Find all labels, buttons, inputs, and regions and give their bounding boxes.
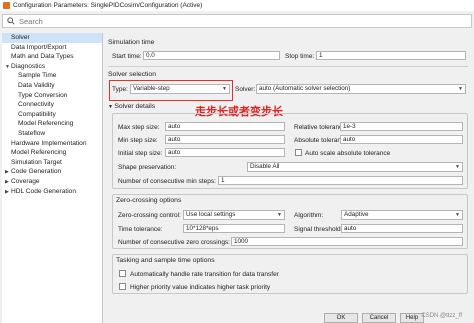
chevron-down-icon: ▼ <box>455 164 460 170</box>
tree-item-label: Model Referencing <box>11 149 67 157</box>
solver-select[interactable]: auto (Automatic solver selection) ▼ <box>256 84 466 94</box>
tree-item-label: Data Validity <box>18 81 55 89</box>
tasking-title: Tasking and sample time options <box>116 257 215 264</box>
solver-selection-title: Solver selection <box>108 71 156 78</box>
search-input[interactable] <box>19 16 439 26</box>
solver-label: Solver: <box>235 86 256 93</box>
tree-item-label: Math and Data Types <box>11 53 74 61</box>
tree-item-label: Simulation Target <box>11 158 62 166</box>
chevron-down-icon: ▼ <box>455 212 460 218</box>
rate-transition-checkbox[interactable] <box>119 270 126 277</box>
auto-scale-label: Auto scale absolute tolerance <box>305 150 391 157</box>
algorithm-label: Algorithm: <box>294 212 324 219</box>
stop-time-label: Stop time: <box>285 53 315 60</box>
signal-threshold-field[interactable]: auto <box>341 224 463 233</box>
ok-button[interactable]: OK <box>324 313 358 323</box>
tree-item[interactable]: Sample Time <box>2 71 102 81</box>
relative-tolerance-field[interactable]: 1e-3 <box>340 122 463 131</box>
shape-preservation-label: Shape preservation: <box>118 164 177 171</box>
stop-time-field[interactable]: 1 <box>316 51 466 60</box>
initial-step-field[interactable]: auto <box>165 148 285 157</box>
zero-crossing-control-label: Zero-crossing control: <box>118 212 181 219</box>
tree-item[interactable]: ▼Diagnostics <box>2 62 102 72</box>
solver-pane: Simulation time Start time: 0.0 Stop tim… <box>105 33 472 323</box>
consecutive-zero-crossings-label: Number of consecutive zero crossings: <box>118 239 230 246</box>
min-step-label: Min step size: <box>118 137 158 144</box>
tree-item[interactable]: Math and Data Types <box>2 52 102 62</box>
tree-item-label: Type Conversion <box>18 91 68 99</box>
tree-item-label: HDL Code Generation <box>11 187 76 195</box>
highlight-box <box>109 80 233 101</box>
signal-threshold-label: Signal threshold: <box>294 226 343 233</box>
search-icon <box>7 17 15 25</box>
tree-item[interactable]: Simulation Target <box>2 158 102 168</box>
tree-item[interactable]: Model Referencing <box>2 119 102 129</box>
cancel-button[interactable]: Cancel <box>362 313 396 323</box>
matlab-app-icon <box>3 2 10 9</box>
tree-item[interactable]: Model Referencing <box>2 148 102 158</box>
solver-details-title: ▼ Solver details <box>108 103 156 110</box>
divider <box>108 66 468 67</box>
tree-item[interactable]: ▶ HDL Code Generation <box>2 187 102 197</box>
initial-step-label: Initial step size: <box>118 150 163 157</box>
tree-item-label: Code Generation <box>11 168 62 176</box>
zero-crossing-title: Zero-crossing options <box>116 197 182 204</box>
time-tolerance-field[interactable]: 10*128*eps <box>183 224 285 233</box>
max-step-label: Max step size: <box>118 124 160 131</box>
chevron-down-icon: ▼ <box>458 86 463 92</box>
tree-item[interactable]: Data Import/Export <box>2 43 102 53</box>
tree-item-label: Data Import/Export <box>11 43 67 51</box>
shape-preservation-select[interactable]: Disable All ▼ <box>247 162 463 172</box>
consecutive-zero-crossings-field[interactable]: 1000 <box>231 237 463 246</box>
solver-value: auto (Automatic solver selection) <box>259 85 351 92</box>
window-title: Configuration Parameters: SinglePIDCosim… <box>13 2 203 9</box>
tree-item[interactable]: Compatibility <box>2 110 102 120</box>
max-step-field[interactable]: auto <box>165 122 285 131</box>
tree-item[interactable]: Type Conversion <box>2 91 102 101</box>
algorithm-select[interactable]: Adaptive ▼ <box>341 210 463 220</box>
tree-item[interactable]: ▶ Coverage <box>2 177 102 187</box>
zero-crossing-control-value: Use local settings <box>186 211 236 218</box>
tree-item-label: Model Referencing <box>18 120 74 128</box>
title-bar: Configuration Parameters: SinglePIDCosim… <box>0 0 474 11</box>
watermark: CSDN @ttzz_ff <box>421 313 462 319</box>
tree-item-label: Coverage <box>11 177 40 185</box>
min-step-field[interactable]: auto <box>165 135 285 144</box>
tree-item[interactable]: Solver <box>2 33 102 43</box>
tree-item[interactable]: Connectivity <box>2 100 102 110</box>
tree-item-label: Sample Time <box>18 72 57 80</box>
tree-item-label: Connectivity <box>18 101 54 109</box>
consecutive-min-steps-field[interactable]: 1 <box>218 176 463 185</box>
chevron-down-icon: ▼ <box>277 212 282 218</box>
tree-item-label: Compatibility <box>18 110 56 118</box>
time-tolerance-label: Time tolerance: <box>118 226 163 233</box>
shape-preservation-value: Disable All <box>250 163 280 170</box>
search-bar[interactable] <box>2 14 472 28</box>
tree-item-label: Diagnostics <box>11 62 46 70</box>
tree-item[interactable]: Hardware Implementation <box>2 139 102 149</box>
higher-priority-label: Higher priority value indicates higher t… <box>130 284 271 291</box>
tree-item[interactable]: ▶ Code Generation <box>2 167 102 177</box>
simulation-time-title: Simulation time <box>108 39 155 46</box>
auto-scale-checkbox[interactable] <box>295 149 302 156</box>
tree-item-label: Stateflow <box>18 129 46 137</box>
higher-priority-checkbox[interactable] <box>119 283 126 290</box>
category-tree: Solver Data Import/Export Math and Data Ty… <box>2 33 103 323</box>
zero-crossing-control-select[interactable]: Use local settings ▼ <box>183 210 285 220</box>
tree-item[interactable]: Stateflow <box>2 129 102 139</box>
tree-item-label: Hardware Implementation <box>11 139 87 147</box>
start-time-label: Start time: <box>112 53 142 60</box>
absolute-tolerance-field[interactable]: auto <box>340 135 463 144</box>
tree-item[interactable]: Data Validity <box>2 81 102 91</box>
tree-item-label: Solver <box>11 34 30 41</box>
start-time-field[interactable]: 0.0 <box>143 51 280 60</box>
algorithm-value: Adaptive <box>344 211 369 218</box>
rate-transition-label: Automatically handle rate transition for… <box>130 271 279 278</box>
consecutive-min-steps-label: Number of consecutive min steps: <box>118 178 216 185</box>
